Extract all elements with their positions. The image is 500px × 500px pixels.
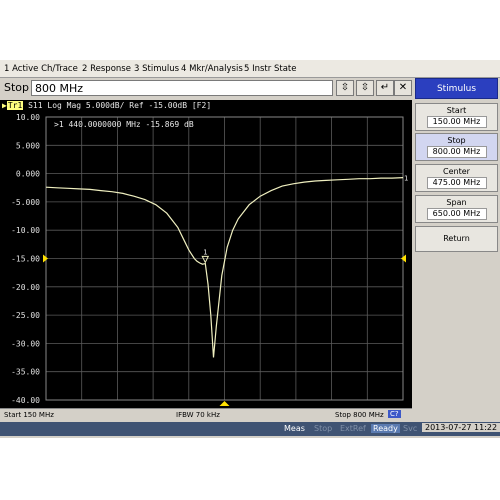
- return-softkey[interactable]: Return: [415, 226, 498, 252]
- bottom-status-bar: Meas Stop ExtRef Ready Svc 2013-07-27 11…: [0, 422, 500, 436]
- meas-indicator: Meas: [284, 424, 305, 433]
- svc-indicator: Svc: [403, 424, 418, 433]
- chart: 10.00 5.000 0.000 -5.000 -10.00 -15.00 -20.00 -…: [11, 113, 408, 406]
- span-softkey-label: Span: [446, 198, 467, 207]
- y-tick-label: -25.00: [11, 311, 40, 320]
- spin-icon[interactable]: ⇳: [356, 80, 374, 96]
- menu-bar: 1 Active Ch/Trace 2 Response 3 Stimulus …: [0, 60, 500, 78]
- start-softkey[interactable]: Start 150.00 MHz: [415, 103, 498, 131]
- y-tick-label: 0.000: [16, 170, 40, 179]
- entry-label: Stop: [4, 81, 30, 94]
- stop-indicator: Stop: [314, 424, 333, 433]
- y-tick-label: -20.00: [11, 283, 40, 292]
- softkey-title: Stimulus: [415, 78, 498, 99]
- start-softkey-label: Start: [446, 106, 467, 115]
- center-softkey[interactable]: Center 475.00 MHz: [415, 164, 498, 192]
- status-start: Start 150 MHz: [4, 411, 54, 419]
- menu-mkr-analysis[interactable]: 4 Mkr/Analysis: [181, 64, 243, 74]
- status-stop: Stop 800 MHz: [335, 411, 384, 419]
- y-tick-label: -40.00: [11, 396, 40, 405]
- extref-indicator: ExtRef: [340, 424, 366, 433]
- channel-status-line: Start 150 MHz IFBW 70 kHz Stop 800 MHz C…: [0, 408, 412, 421]
- y-tick-label: -5.000: [11, 198, 40, 207]
- trace-end-label: 1: [404, 175, 408, 183]
- ready-indicator: Ready: [371, 424, 400, 433]
- status-ifbw: IFBW 70 kHz: [176, 411, 220, 419]
- y-tick-label: 10.00: [16, 113, 40, 122]
- y-tick-label: 5.000: [16, 141, 40, 150]
- close-icon[interactable]: ✕: [394, 80, 412, 96]
- center-marker-icon: [219, 401, 230, 406]
- entry-field[interactable]: 800 MHz: [31, 80, 333, 96]
- menu-response[interactable]: 2 Response: [82, 64, 131, 74]
- span-softkey[interactable]: Span 650.00 MHz: [415, 195, 498, 223]
- y-tick-label: -10.00: [11, 226, 40, 235]
- menu-stimulus[interactable]: 3 Stimulus: [134, 64, 179, 74]
- marker-readout: >1 440.0000000 MHz -15.869 dB: [54, 120, 194, 129]
- menu-instr-state[interactable]: 5 Instr State: [244, 64, 296, 74]
- marker-1-icon: [201, 255, 210, 264]
- stop-softkey-value: 800.00 MHz: [426, 146, 487, 158]
- y-tick-label: -35.00: [11, 368, 40, 377]
- y-tick-label: -15.00: [11, 255, 40, 264]
- entry-bar: Stop 800 MHz ⇳ ⇳ ↵ ✕: [0, 78, 412, 99]
- marker-1-label: 1: [203, 248, 207, 256]
- datetime: 2013-07-27 11:22: [422, 423, 500, 432]
- menu-active-ch-trace[interactable]: 1 Active Ch/Trace: [4, 64, 78, 74]
- start-softkey-value: 150.00 MHz: [426, 116, 487, 128]
- y-tick-label: -30.00: [11, 339, 40, 348]
- channel-badge: C?: [388, 410, 401, 418]
- softkey-panel: Stimulus Start 150.00 MHz Stop 800.00 MH…: [413, 78, 500, 418]
- center-softkey-label: Center: [443, 167, 470, 176]
- center-softkey-value: 475.00 MHz: [426, 177, 487, 189]
- stop-softkey-label: Stop: [447, 136, 466, 145]
- stop-softkey[interactable]: Stop 800.00 MHz: [415, 133, 498, 161]
- span-softkey-value: 650.00 MHz: [426, 208, 487, 220]
- spin-up-down-icon[interactable]: ⇳: [336, 80, 354, 96]
- enter-icon[interactable]: ↵: [376, 80, 394, 96]
